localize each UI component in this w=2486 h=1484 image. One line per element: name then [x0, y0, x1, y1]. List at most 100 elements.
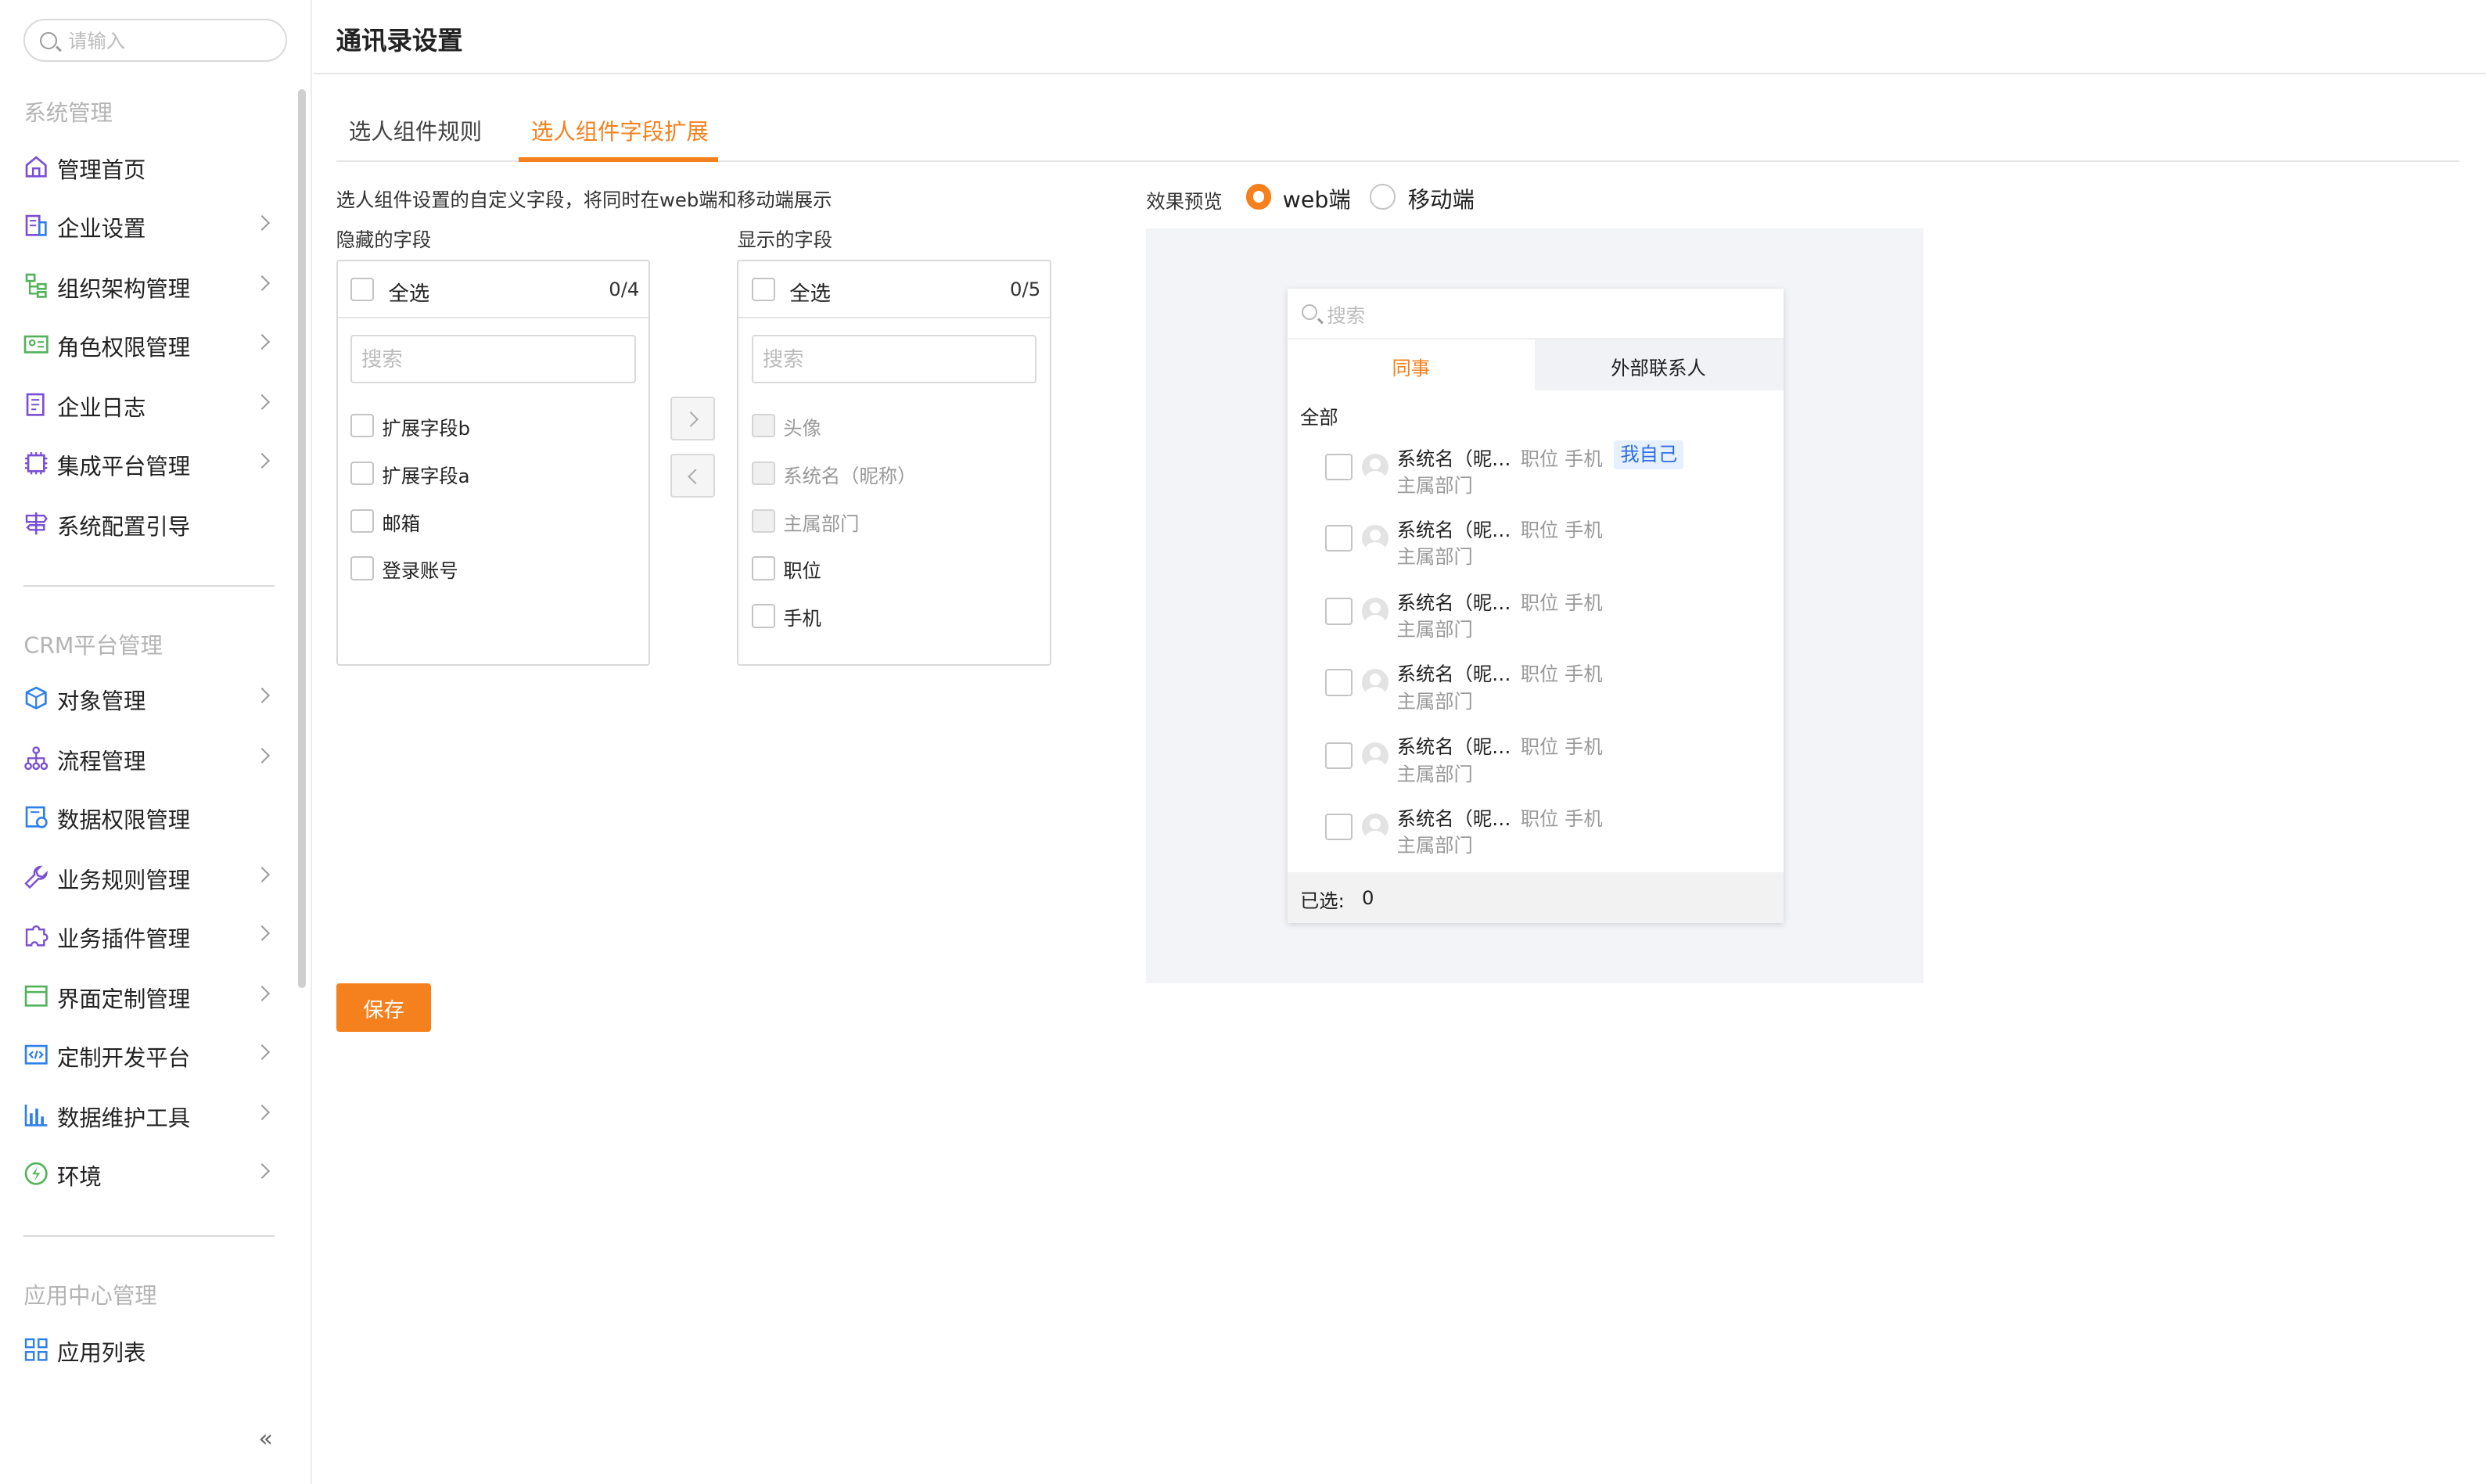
- sidebar-search-input[interactable]: [68, 27, 275, 56]
- signpost-icon: [26, 512, 48, 535]
- nav-item-label: 数据权限管理: [56, 807, 191, 833]
- panel-header: 全选 0/4: [337, 261, 648, 319]
- nav-item-enterprise-settings[interactable]: 企业设置: [0, 201, 293, 249]
- section-title-system: 系统管理: [23, 99, 113, 126]
- radio-mobile-label[interactable]: 移动端: [1408, 182, 1475, 214]
- sidebar-search[interactable]: [23, 19, 287, 63]
- person-name: 系统名（昵…: [1396, 591, 1511, 614]
- nav-item-data-permission[interactable]: 数据权限管理: [0, 792, 293, 840]
- field-checkbox: [751, 413, 776, 438]
- list-item[interactable]: 系统名（昵… 职位 手机 主属部门: [1288, 516, 1784, 579]
- sidebar-divider: [23, 584, 275, 587]
- field-checkbox[interactable]: [751, 604, 776, 628]
- header-divider: [314, 73, 2486, 75]
- nav-item-label: 系统配置引导: [56, 513, 191, 540]
- org-tree-icon: [26, 273, 48, 298]
- select-all-label: 全选: [388, 282, 430, 306]
- nav-item-admin-home[interactable]: 管理首页: [0, 142, 293, 190]
- select-all-checkbox[interactable]: [751, 277, 776, 302]
- nav-item-app-list[interactable]: 应用列表: [0, 1325, 293, 1373]
- field-label: 邮箱: [382, 512, 421, 535]
- nav-item-environment[interactable]: 环境: [0, 1149, 293, 1197]
- field-checkbox[interactable]: [350, 413, 375, 438]
- field-label: 系统名（昵称）: [783, 464, 917, 487]
- save-button[interactable]: 保存: [336, 983, 432, 1033]
- preview-search-placeholder: 搜索: [1327, 304, 1366, 328]
- home-icon: [26, 155, 48, 178]
- list-item[interactable]: 系统名（昵… 职位 手机 主属部门: [1288, 804, 1784, 868]
- radio-web-label[interactable]: web端: [1283, 182, 1351, 214]
- collapse-sidebar-icon[interactable]: «: [258, 1425, 280, 1453]
- radio-web[interactable]: [1246, 184, 1272, 210]
- panel-search[interactable]: [751, 334, 1037, 384]
- grid-icon: [25, 1338, 48, 1361]
- person-dept: 主属部门: [1396, 689, 1473, 713]
- chevron-left-icon: [687, 468, 703, 485]
- building-icon: [26, 214, 48, 236]
- nav-item-dev-platform[interactable]: 定制开发平台: [0, 1030, 293, 1078]
- radio-mobile[interactable]: [1370, 184, 1396, 210]
- person-name: 系统名（昵…: [1396, 447, 1511, 470]
- person-meta: 职位 手机: [1520, 447, 1603, 470]
- window-icon: [25, 985, 48, 1007]
- list-item[interactable]: 系统名（昵… 职位 手机 主属部门: [1288, 732, 1784, 796]
- nav-item-enterprise-log[interactable]: 企业日志: [0, 380, 293, 428]
- chip-icon: [25, 451, 48, 475]
- id-card-icon: [24, 335, 49, 354]
- sidebar-divider: [23, 1234, 275, 1237]
- person-checkbox[interactable]: [1325, 453, 1353, 481]
- person-checkbox[interactable]: [1325, 524, 1353, 552]
- tab-picker-rules[interactable]: 选人组件规则: [349, 114, 482, 146]
- field-checkbox[interactable]: [350, 461, 375, 486]
- nav-item-object-mgmt[interactable]: 对象管理: [0, 674, 293, 721]
- preview-search[interactable]: 搜索: [1287, 289, 1784, 340]
- nav-item-business-plugins[interactable]: 业务插件管理: [0, 911, 293, 959]
- shown-fields-search-input[interactable]: [762, 345, 1017, 375]
- nav-item-label: 应用列表: [56, 1339, 146, 1366]
- select-all-checkbox[interactable]: [350, 277, 375, 302]
- picker-preview-card: 搜索 同事 外部联系人 全部 系统名（昵… 职位 手机 我自己 主属部门 系统名…: [1287, 288, 1784, 923]
- move-right-button[interactable]: [670, 396, 716, 441]
- config-description: 选人组件设置的自定义字段，将同时在web端和移动端展示: [336, 189, 832, 212]
- chevron-right-icon: [254, 214, 271, 231]
- nav-item-data-tools[interactable]: 数据维护工具: [0, 1091, 293, 1138]
- person-name: 系统名（昵…: [1396, 518, 1511, 541]
- sidebar-scrollbar[interactable]: [298, 88, 307, 988]
- chevron-right-icon: [254, 687, 271, 703]
- person-checkbox[interactable]: [1325, 669, 1353, 696]
- field-checkbox[interactable]: [350, 508, 375, 533]
- tab-colleagues[interactable]: 同事: [1392, 354, 1431, 381]
- list-item[interactable]: 系统名（昵… 职位 手机 我自己 主属部门: [1288, 440, 1784, 508]
- list-item[interactable]: 系统名（昵… 职位 手机 主属部门: [1288, 659, 1784, 723]
- nav-item-ui-customization[interactable]: 界面定制管理: [0, 972, 293, 1019]
- person-dept: 主属部门: [1396, 762, 1473, 785]
- person-checkbox[interactable]: [1325, 742, 1353, 769]
- panel-search[interactable]: [350, 334, 636, 384]
- person-checkbox[interactable]: [1325, 598, 1353, 625]
- move-left-button[interactable]: [670, 453, 716, 498]
- tab-field-extension[interactable]: 选人组件字段扩展: [531, 114, 709, 146]
- list-item[interactable]: 系统名（昵… 职位 手机 主属部门: [1288, 588, 1784, 652]
- cube-icon: [26, 686, 48, 710]
- avatar: [1362, 742, 1389, 769]
- hidden-fields-search-input[interactable]: [361, 345, 616, 375]
- chevron-right-icon: [254, 925, 271, 941]
- nav-item-org-structure[interactable]: 组织架构管理: [0, 261, 293, 309]
- person-checkbox[interactable]: [1325, 813, 1353, 841]
- nav-item-role-permission[interactable]: 角色权限管理: [0, 320, 293, 368]
- field-checkbox[interactable]: [350, 556, 375, 580]
- field-label: 职位: [783, 559, 821, 583]
- field-checkbox: [751, 508, 776, 533]
- tab-external-contacts[interactable]: 外部联系人: [1534, 339, 1784, 390]
- nav-item-config-guide[interactable]: 系统配置引导: [0, 499, 293, 547]
- field-label: 头像: [783, 416, 821, 440]
- field-checkbox[interactable]: [751, 556, 776, 580]
- chevron-right-icon: [254, 866, 271, 882]
- nav-item-integration[interactable]: 集成平台管理: [0, 439, 293, 487]
- nav-item-process-mgmt[interactable]: 流程管理: [0, 734, 293, 782]
- tab-external-label: 外部联系人: [1611, 356, 1706, 379]
- group-all-label: 全部: [1299, 405, 1338, 429]
- nav-item-business-rules[interactable]: 业务规则管理: [0, 853, 293, 900]
- avatar: [1362, 524, 1389, 552]
- field-checkbox: [751, 461, 776, 486]
